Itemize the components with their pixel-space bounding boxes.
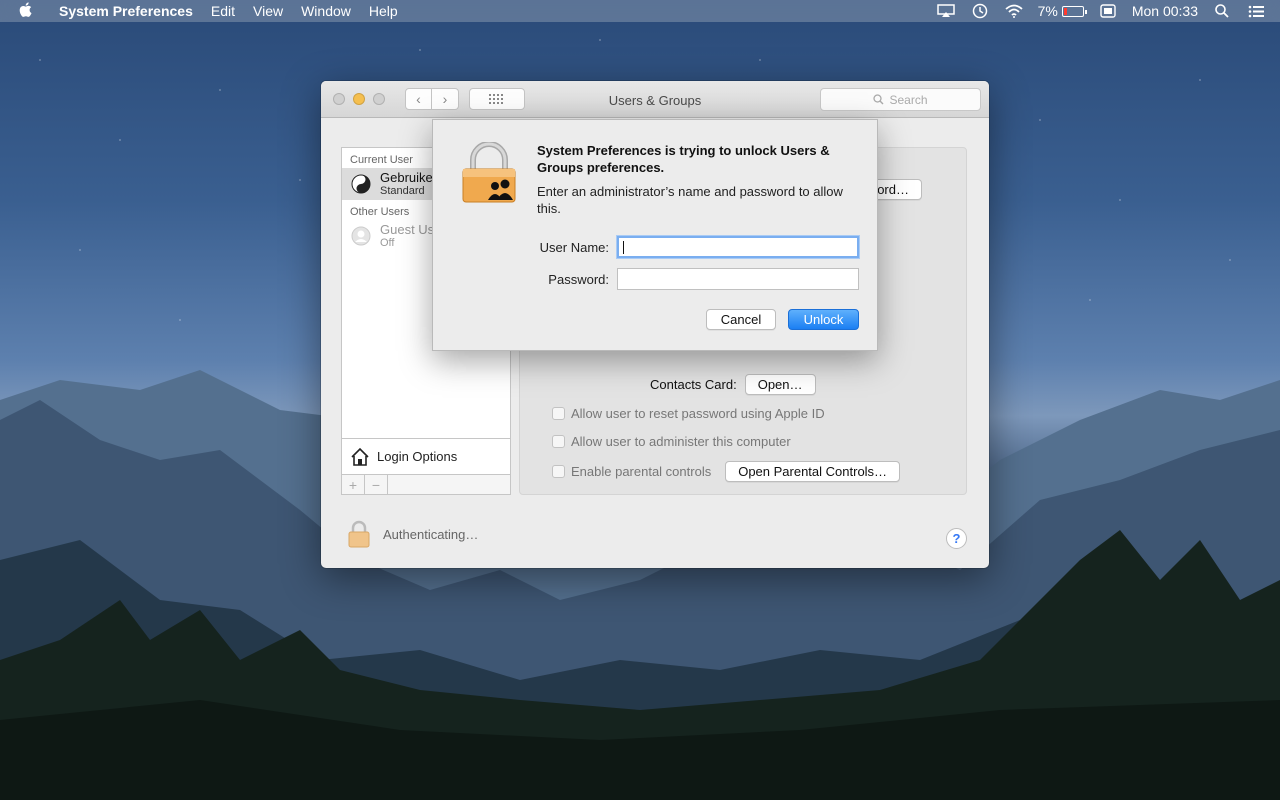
help-button[interactable]: ? [946, 528, 967, 549]
battery-icon [1061, 5, 1087, 17]
apple-menu-icon[interactable] [0, 1, 50, 21]
reset-password-checkbox[interactable] [552, 407, 565, 420]
guest-avatar-icon [350, 225, 372, 247]
show-all-button[interactable] [469, 88, 525, 110]
chevron-left-icon: ‹ [416, 91, 421, 107]
forward-button[interactable]: › [432, 88, 459, 110]
current-user-role: Standard [380, 185, 425, 197]
password-field[interactable] [617, 268, 859, 290]
parental-controls-row[interactable]: Enable parental controls Open Parental C… [552, 461, 901, 482]
unlock-dialog: System Preferences is trying to unlock U… [432, 119, 878, 351]
window-controls [321, 93, 385, 105]
menu-bar: System Preferences Edit View Window Help… [0, 0, 1280, 22]
menu-clock[interactable]: Mon 00:33 [1132, 3, 1198, 19]
back-button[interactable]: ‹ [405, 88, 432, 110]
airplay-icon[interactable] [936, 3, 956, 19]
password-label: Password: [548, 272, 609, 287]
login-options-item[interactable]: Login Options [342, 438, 510, 474]
cancel-button[interactable]: Cancel [706, 309, 776, 330]
menu-view[interactable]: View [244, 3, 292, 19]
input-source-icon[interactable] [1098, 3, 1118, 19]
menu-app-name[interactable]: System Preferences [50, 3, 202, 19]
minimize-button[interactable] [353, 93, 365, 105]
search-placeholder: Search [889, 92, 928, 107]
open-parental-controls-button[interactable]: Open Parental Controls… [725, 461, 901, 482]
parental-controls-label: Enable parental controls [571, 464, 712, 479]
reset-password-row[interactable]: Allow user to reset password using Apple… [552, 406, 825, 421]
dialog-title: System Preferences is trying to unlock U… [537, 143, 830, 175]
menu-edit[interactable]: Edit [202, 3, 244, 19]
menu-window[interactable]: Window [292, 3, 360, 19]
notification-center-icon[interactable] [1246, 3, 1266, 19]
house-icon [351, 447, 369, 466]
authenticating-status: Authenticating… [383, 526, 479, 542]
administer-checkbox[interactable] [552, 435, 565, 448]
contacts-card-label: Contacts Card: [650, 377, 737, 392]
navigation-buttons: ‹ › [405, 88, 459, 110]
username-field[interactable] [617, 236, 859, 258]
add-user-button[interactable]: + [342, 475, 365, 494]
search-icon [873, 94, 884, 105]
chevron-right-icon: › [442, 91, 448, 107]
current-user-name: Gebruiker [380, 170, 438, 185]
administer-row[interactable]: Allow user to administer this computer [552, 434, 791, 449]
reset-password-label: Allow user to reset password using Apple… [571, 406, 825, 421]
remove-user-button[interactable]: − [365, 475, 388, 494]
open-contacts-button[interactable]: Open… [744, 374, 816, 395]
username-label: User Name: [539, 240, 609, 255]
lock-icon[interactable] [347, 520, 371, 548]
add-remove-bar: + − [342, 474, 510, 494]
battery-percent: 7% [1037, 3, 1058, 19]
spotlight-search-icon[interactable] [1212, 3, 1232, 19]
yin-yang-avatar-icon [350, 173, 372, 195]
grid-icon [489, 94, 503, 104]
zoom-button[interactable] [373, 93, 385, 105]
menu-help[interactable]: Help [360, 3, 407, 19]
lock-status-area: Authenticating… [347, 520, 478, 548]
search-input[interactable]: Search [820, 88, 981, 111]
contacts-card-row: Contacts Card: Open… [650, 374, 816, 395]
lock-users-icon [462, 142, 516, 203]
title-bar[interactable]: ‹ › Users & Groups Search [321, 81, 989, 118]
unlock-button[interactable]: Unlock [788, 309, 859, 330]
time-machine-icon[interactable] [970, 3, 990, 19]
close-button[interactable] [333, 93, 345, 105]
wifi-icon[interactable] [1004, 3, 1024, 19]
login-options-label: Login Options [377, 449, 458, 464]
administer-label: Allow user to administer this computer [571, 434, 791, 449]
parental-controls-checkbox[interactable] [552, 465, 565, 478]
battery-indicator[interactable]: 7% [1037, 3, 1087, 19]
dialog-message: Enter an administrator’s name and passwo… [537, 184, 843, 216]
